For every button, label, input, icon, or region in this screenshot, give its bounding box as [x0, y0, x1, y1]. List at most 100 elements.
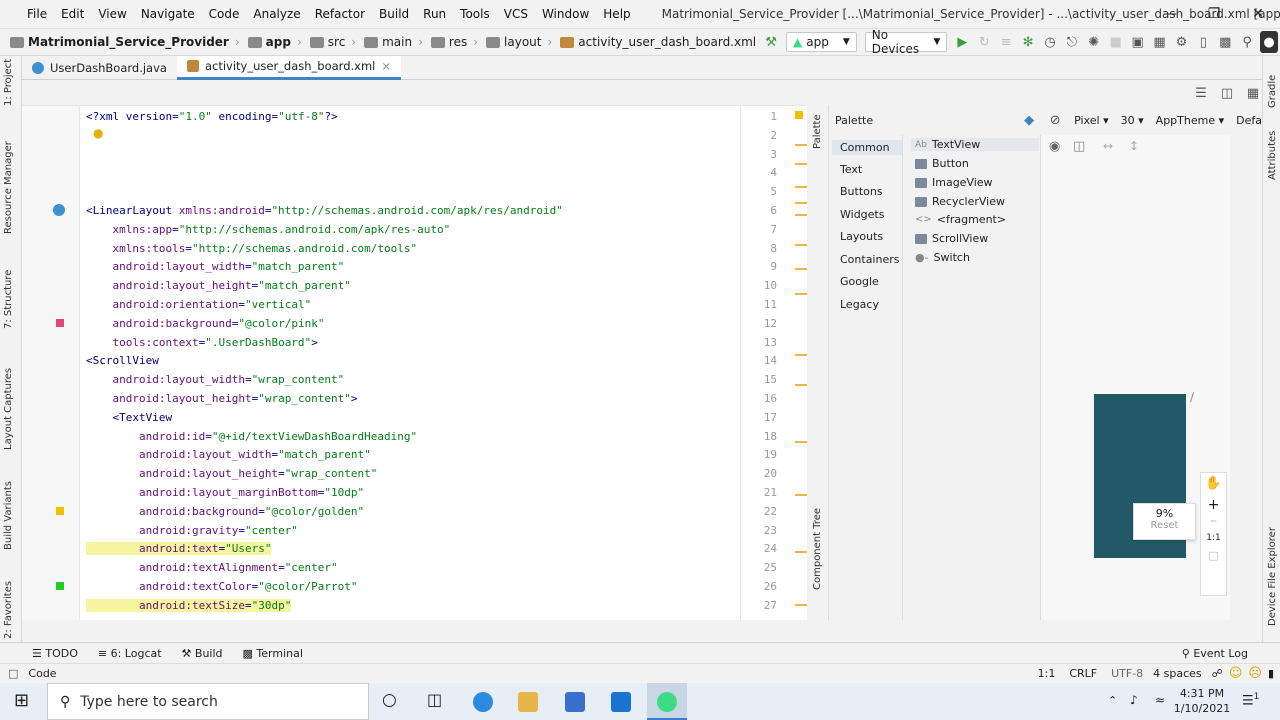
resize-handle-icon[interactable]: ∕	[1190, 390, 1194, 404]
layout-inspector-icon[interactable]: ▩	[1216, 31, 1234, 53]
terminal-tab[interactable]: ▩ Terminal	[243, 647, 303, 660]
layers-icon[interactable]: ◆	[1018, 109, 1040, 131]
project-structure-icon[interactable]: ▣	[1129, 31, 1147, 53]
category-common[interactable]: Common	[832, 140, 902, 155]
orientation-icon[interactable]: ⊘	[1044, 109, 1066, 131]
menu-help[interactable]: Help	[596, 7, 637, 21]
menu-vcs[interactable]: VCS	[497, 7, 535, 21]
breadcrumb-layout[interactable]: layout ›	[482, 35, 556, 49]
code-editor[interactable]: ● 1 <?xml version="1.0" encoding="utf-8"?…	[22, 105, 807, 620]
zoom-out-icon[interactable]: –	[1201, 513, 1226, 529]
theme-selector[interactable]: AppTheme ▾	[1156, 114, 1224, 127]
api-selector[interactable]: 30 ▾	[1121, 114, 1144, 127]
minimize-icon[interactable]: —	[1148, 6, 1192, 22]
volume-icon[interactable]: ♪	[1130, 693, 1138, 707]
layout-mode-icon[interactable]: □	[8, 667, 18, 680]
warning-indicator-icon[interactable]	[795, 111, 803, 119]
menu-file[interactable]: File	[20, 7, 54, 21]
palette-item-recyclerview[interactable]: RecyclerView	[915, 195, 1005, 208]
tray-chevron-icon[interactable]: ⌃	[1108, 694, 1117, 707]
horizontal-resize-icon[interactable]: ↔	[1103, 139, 1113, 153]
menu-navigate[interactable]: Navigate	[134, 7, 202, 21]
palette-item-scrollview[interactable]: ScrollView	[915, 232, 988, 245]
palette-item-imageview[interactable]: ImageView	[915, 176, 993, 189]
blueprint-icon[interactable]: ◫	[1073, 139, 1085, 154]
split-view-icon[interactable]: ◫	[1216, 82, 1238, 104]
line-separator[interactable]: CRLF	[1069, 667, 1097, 680]
sdk-manager-icon[interactable]: ⚙	[1173, 31, 1191, 53]
breadcrumb-res[interactable]: res ›	[427, 35, 482, 49]
caret-position[interactable]: 1:1	[1038, 667, 1056, 680]
category-google[interactable]: Google	[840, 275, 879, 288]
menu-window[interactable]: Window	[535, 7, 596, 21]
gradle-tab[interactable]: Gradle	[1267, 75, 1278, 108]
task-view-icon[interactable]: ◫	[427, 690, 442, 709]
category-widgets[interactable]: Widgets	[840, 208, 884, 221]
build-variants-tab[interactable]: Build Variants	[3, 481, 14, 550]
code-view-icon[interactable]: ☰	[1190, 82, 1212, 104]
resource-manager-tab[interactable]: Resource Manager	[3, 141, 14, 234]
locale-selector[interactable]: Defa	[1236, 114, 1262, 127]
palette-item-fragment[interactable]: <> <fragment>	[915, 213, 1006, 226]
breadcrumb-project[interactable]: Matrimonial_Service_Provider ›	[6, 35, 244, 49]
attributes-tab[interactable]: Attributes	[1267, 131, 1278, 180]
menu-build[interactable]: Build	[372, 7, 416, 21]
breadcrumb-main[interactable]: main ›	[360, 35, 427, 49]
lightbulb-icon[interactable]: ●	[93, 126, 103, 140]
stop-icon[interactable]: ■	[1107, 31, 1125, 53]
taskbar-search[interactable]: ⚲ Type here to search	[47, 683, 369, 720]
close-tab-icon[interactable]: ×	[381, 59, 391, 73]
layout-captures-tab[interactable]: Layout Captures	[3, 368, 14, 450]
class-gutter-icon[interactable]	[53, 204, 65, 216]
device-dropdown[interactable]: No Devices ▼	[864, 28, 948, 56]
rerun-icon[interactable]: ↻	[975, 31, 993, 53]
apply-changes-icon[interactable]: ≡	[997, 31, 1015, 53]
smiley-icon[interactable]: ☺	[1229, 666, 1243, 681]
maximize-icon[interactable]: ❐	[1192, 6, 1236, 22]
windows-start-icon[interactable]: ⊞	[14, 690, 29, 711]
menu-analyze[interactable]: Analyze	[246, 7, 307, 21]
action-center-icon[interactable]: ☰1	[1242, 692, 1259, 708]
indent-setting[interactable]: 4 spaces	[1153, 667, 1202, 680]
tab-activity-xml[interactable]: activity_user_dash_board.xml ×	[176, 55, 402, 80]
lock-icon[interactable]: ☍	[1212, 667, 1223, 680]
project-tool-tab[interactable]: 1: Project	[3, 59, 14, 106]
zoom-in-icon[interactable]: +	[1201, 497, 1226, 513]
menu-view[interactable]: View	[91, 7, 133, 21]
pan-hand-icon[interactable]: ✋	[1201, 476, 1226, 491]
eye-icon[interactable]: ◉	[1049, 139, 1060, 154]
mail-icon[interactable]	[611, 692, 631, 712]
close-icon[interactable]: ✕	[1236, 6, 1280, 22]
search-icon[interactable]: ⚲	[1238, 31, 1256, 53]
clock[interactable]: 4:31 PM 1/10/2021	[1172, 686, 1232, 716]
design-view-icon[interactable]: ▦	[1242, 82, 1264, 104]
category-buttons[interactable]: Buttons	[840, 185, 883, 198]
edge-icon[interactable]	[473, 692, 493, 712]
notifications-icon[interactable]: ▮	[1268, 667, 1274, 680]
menu-tools[interactable]: Tools	[453, 7, 497, 21]
frown-icon[interactable]: ☹	[1248, 666, 1262, 681]
breadcrumb-file[interactable]: activity_user_dash_board.xml	[556, 35, 760, 49]
menu-edit[interactable]: Edit	[54, 7, 91, 21]
build-tab[interactable]: ⚒ Build	[182, 647, 223, 660]
build-hammer-icon[interactable]: ⚒	[762, 31, 780, 53]
cortana-icon[interactable]: ○	[382, 690, 397, 710]
category-containers[interactable]: Containers	[840, 253, 900, 266]
debug-icon[interactable]: ✻	[1019, 31, 1037, 53]
actual-size-button[interactable]: 1:1	[1201, 533, 1226, 543]
palette-side-tab[interactable]: Palette	[812, 114, 823, 149]
palette-item-switch[interactable]: ●- Switch	[915, 251, 970, 264]
run-icon[interactable]: ▶	[953, 31, 971, 53]
store-icon[interactable]	[565, 692, 585, 712]
file-explorer-icon[interactable]	[518, 692, 538, 712]
breadcrumb-src[interactable]: src ›	[306, 35, 360, 49]
attach-debugger-icon[interactable]: ⎋	[1063, 31, 1081, 53]
tab-userdashboard-java[interactable]: UserDashBoard.java	[22, 56, 177, 80]
device-file-explorer-tab[interactable]: Device File Explorer	[1267, 527, 1278, 626]
file-encoding[interactable]: UTF-8	[1111, 667, 1143, 680]
structure-tab[interactable]: 7: Structure	[3, 270, 14, 329]
event-log-tab[interactable]: ⚲ Event Log	[1182, 647, 1248, 660]
zoom-to-fit-icon[interactable]: □	[1201, 549, 1226, 562]
menu-run[interactable]: Run	[416, 7, 453, 21]
menu-refactor[interactable]: Refactor	[308, 7, 372, 21]
